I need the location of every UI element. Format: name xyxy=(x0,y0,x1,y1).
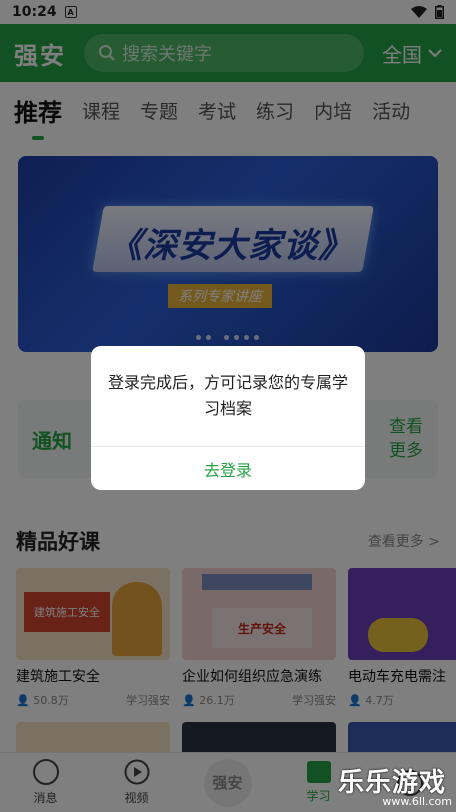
dialog-message: 登录完成后，方可记录您的专属学习档案 xyxy=(107,373,348,418)
watermark: 乐乐游戏 www.6ll.com xyxy=(338,762,456,812)
login-dialog: 登录完成后，方可记录您的专属学习档案 去登录 xyxy=(91,346,365,490)
watermark-title: 乐乐游戏 xyxy=(338,768,447,798)
login-button[interactable]: 去登录 xyxy=(91,447,365,490)
